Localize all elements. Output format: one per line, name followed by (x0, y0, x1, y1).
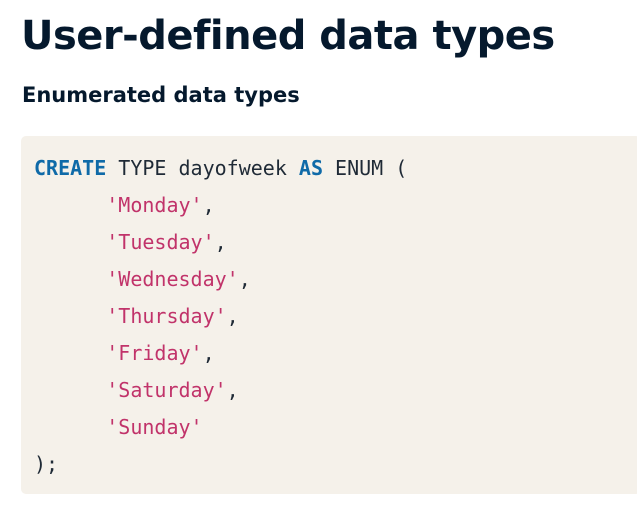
enum-value-line: 'Wednesday', (34, 261, 637, 298)
closing-paren: ); (34, 452, 59, 476)
page-title: User-defined data types (21, 13, 555, 59)
code-block: CREATE TYPE dayofweek AS ENUM ( 'Monday'… (21, 136, 637, 494)
enum-value-string: 'Friday' (106, 341, 203, 365)
enum-value-separator: , (214, 230, 227, 254)
enum-value-string: 'Monday' (106, 193, 203, 217)
type-declaration: TYPE dayofweek (106, 156, 299, 180)
enum-value-line: 'Sunday' (34, 409, 637, 446)
enum-value-string: 'Tuesday' (106, 230, 215, 254)
enum-value-separator: , (226, 378, 239, 402)
code-line-closing: ); (34, 446, 637, 483)
keyword-create: CREATE (34, 156, 107, 180)
enum-value-separator: , (238, 267, 251, 291)
enum-value-separator: , (202, 341, 215, 365)
code-line-create-type: CREATE TYPE dayofweek AS ENUM ( (34, 150, 637, 187)
enum-open: ENUM ( (323, 156, 408, 180)
enum-value-line: 'Tuesday', (34, 224, 637, 261)
enum-value-separator: , (202, 193, 215, 217)
enum-value-line: 'Saturday', (34, 372, 637, 409)
enum-value-string: 'Saturday' (106, 378, 227, 402)
enum-value-line: 'Thursday', (34, 298, 637, 335)
keyword-as: AS (298, 156, 323, 180)
enum-value-line: 'Friday', (34, 335, 637, 372)
enum-value-separator: , (226, 304, 239, 328)
enum-value-string: 'Sunday' (106, 415, 203, 439)
section-subtitle: Enumerated data types (22, 83, 300, 107)
enum-value-string: 'Thursday' (106, 304, 227, 328)
enum-value-string: 'Wednesday' (106, 267, 239, 291)
enum-value-line: 'Monday', (34, 187, 637, 224)
